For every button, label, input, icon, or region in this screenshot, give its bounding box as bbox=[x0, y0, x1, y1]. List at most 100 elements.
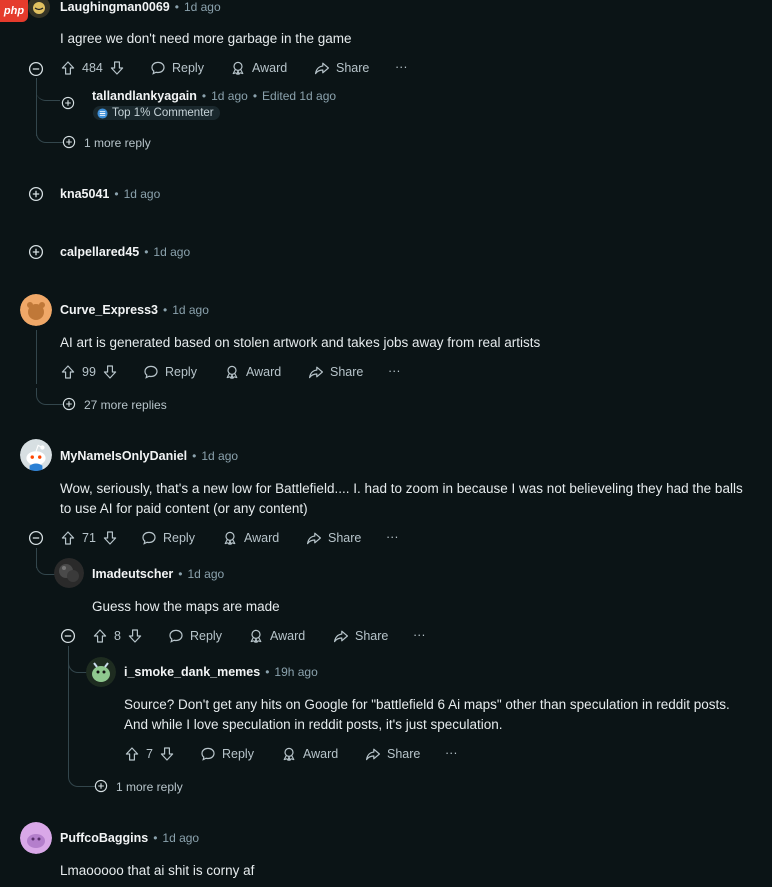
edited-label: Edited 1d ago bbox=[262, 89, 337, 103]
award-label: Award bbox=[244, 531, 280, 545]
reply-icon bbox=[141, 530, 157, 546]
reply-label: Reply bbox=[165, 365, 197, 379]
comment-author[interactable]: kna5041 bbox=[60, 187, 109, 201]
more-replies-link[interactable]: 27 more replies bbox=[84, 398, 167, 412]
comment-age: 1d ago bbox=[187, 567, 225, 581]
share-icon bbox=[314, 60, 330, 76]
vote-group: 8 bbox=[92, 628, 143, 644]
avatar[interactable] bbox=[28, 0, 50, 18]
award-button[interactable]: Award bbox=[222, 530, 279, 546]
upvote-icon[interactable] bbox=[60, 60, 76, 76]
downvote-icon[interactable] bbox=[159, 746, 175, 762]
comment-age: 1d ago bbox=[211, 89, 248, 103]
reply-label: Reply bbox=[163, 531, 195, 545]
avatar[interactable] bbox=[20, 822, 52, 854]
downvote-icon[interactable] bbox=[102, 530, 118, 546]
expand-icon[interactable] bbox=[28, 244, 44, 260]
share-button[interactable]: Share bbox=[314, 60, 369, 76]
collapse-icon[interactable] bbox=[28, 530, 44, 546]
expand-icon[interactable] bbox=[62, 135, 76, 149]
separator-dot: • bbox=[153, 831, 158, 845]
vote-count: 99 bbox=[82, 365, 96, 379]
comment-age: 1d ago bbox=[201, 449, 239, 463]
reply-button[interactable]: Reply bbox=[200, 746, 254, 762]
separator-dot: • bbox=[192, 449, 197, 463]
expand-icon[interactable] bbox=[28, 186, 44, 202]
upvote-icon[interactable] bbox=[60, 364, 76, 380]
more-replies-link[interactable]: 1 more reply bbox=[84, 136, 151, 150]
share-button[interactable]: Share bbox=[306, 530, 361, 546]
upvote-icon[interactable] bbox=[124, 746, 140, 762]
reply-icon bbox=[143, 364, 159, 380]
expand-icon[interactable] bbox=[62, 397, 76, 411]
separator-dot: • bbox=[114, 187, 119, 201]
overflow-menu-button[interactable]: ··· bbox=[413, 628, 426, 642]
reply-button[interactable]: Reply bbox=[141, 530, 195, 546]
overflow-menu-button[interactable]: ··· bbox=[386, 530, 399, 544]
overflow-menu-button[interactable]: ··· bbox=[388, 364, 401, 378]
expand-icon[interactable] bbox=[61, 96, 75, 110]
comment-age: 1d ago bbox=[172, 303, 209, 317]
separator-dot: • bbox=[162, 303, 168, 317]
award-icon bbox=[248, 628, 264, 644]
award-label: Award bbox=[252, 61, 288, 75]
award-label: Award bbox=[303, 747, 339, 761]
flair-icon bbox=[97, 107, 108, 119]
downvote-icon[interactable] bbox=[109, 60, 125, 76]
avatar[interactable] bbox=[20, 439, 52, 471]
avatar[interactable] bbox=[54, 558, 84, 588]
share-icon bbox=[365, 746, 381, 762]
award-label: Award bbox=[246, 365, 282, 379]
separator-dot: • bbox=[252, 89, 258, 103]
award-button[interactable]: Award bbox=[224, 364, 281, 380]
reply-button[interactable]: Reply bbox=[168, 628, 222, 644]
comment-author[interactable]: i_smoke_dank_memes bbox=[124, 665, 260, 679]
downvote-icon[interactable] bbox=[127, 628, 143, 644]
comment-author[interactable]: Curve_Express3 bbox=[60, 303, 158, 317]
award-button[interactable]: Award bbox=[248, 628, 305, 644]
overflow-menu-button[interactable]: ··· bbox=[445, 746, 458, 760]
reply-button[interactable]: Reply bbox=[143, 364, 197, 380]
upvote-icon[interactable] bbox=[92, 628, 108, 644]
thread-elbow bbox=[68, 654, 87, 673]
more-replies-link[interactable]: 1 more reply bbox=[116, 780, 183, 794]
share-button[interactable]: Share bbox=[308, 364, 363, 380]
comment-text: AI art is generated based on stolen artw… bbox=[60, 335, 541, 350]
thread-line bbox=[36, 330, 37, 384]
separator-dot: • bbox=[265, 665, 270, 679]
award-button[interactable]: Award bbox=[281, 746, 338, 762]
comment-author[interactable]: PuffcoBaggins bbox=[60, 831, 148, 845]
reply-icon bbox=[200, 746, 216, 762]
comment-author[interactable]: Laughingman0069 bbox=[60, 0, 170, 14]
comment-author[interactable]: tallandlankyagain bbox=[92, 89, 197, 103]
reply-icon bbox=[168, 628, 184, 644]
downvote-icon[interactable] bbox=[102, 364, 118, 380]
award-icon bbox=[230, 60, 246, 76]
reply-button[interactable]: Reply bbox=[150, 60, 204, 76]
thread-elbow bbox=[36, 126, 63, 143]
avatar[interactable] bbox=[86, 657, 116, 687]
reply-label: Reply bbox=[222, 747, 254, 761]
expand-icon[interactable] bbox=[94, 779, 108, 793]
share-button[interactable]: Share bbox=[365, 746, 420, 762]
share-label: Share bbox=[387, 747, 421, 761]
separator-dot: • bbox=[144, 245, 149, 259]
overflow-icon: ··· bbox=[395, 60, 408, 74]
vote-group: 71 bbox=[60, 530, 118, 546]
comment-author[interactable]: MyNameIsOnlyDaniel bbox=[60, 449, 187, 463]
avatar[interactable] bbox=[20, 294, 52, 326]
overflow-icon: ··· bbox=[386, 530, 399, 544]
vote-count: 7 bbox=[146, 747, 153, 761]
share-button[interactable]: Share bbox=[333, 628, 388, 644]
overflow-menu-button[interactable]: ··· bbox=[395, 60, 408, 74]
comment-author[interactable]: Imadeutscher bbox=[92, 567, 173, 581]
upvote-icon[interactable] bbox=[60, 530, 76, 546]
collapse-icon[interactable] bbox=[60, 628, 76, 644]
collapse-icon[interactable] bbox=[28, 61, 44, 77]
thread-elbow bbox=[36, 388, 63, 405]
award-button[interactable]: Award bbox=[230, 60, 287, 76]
share-label: Share bbox=[330, 365, 364, 379]
award-icon bbox=[224, 364, 240, 380]
thread-elbow bbox=[36, 556, 55, 575]
comment-author[interactable]: calpellared45 bbox=[60, 245, 139, 259]
